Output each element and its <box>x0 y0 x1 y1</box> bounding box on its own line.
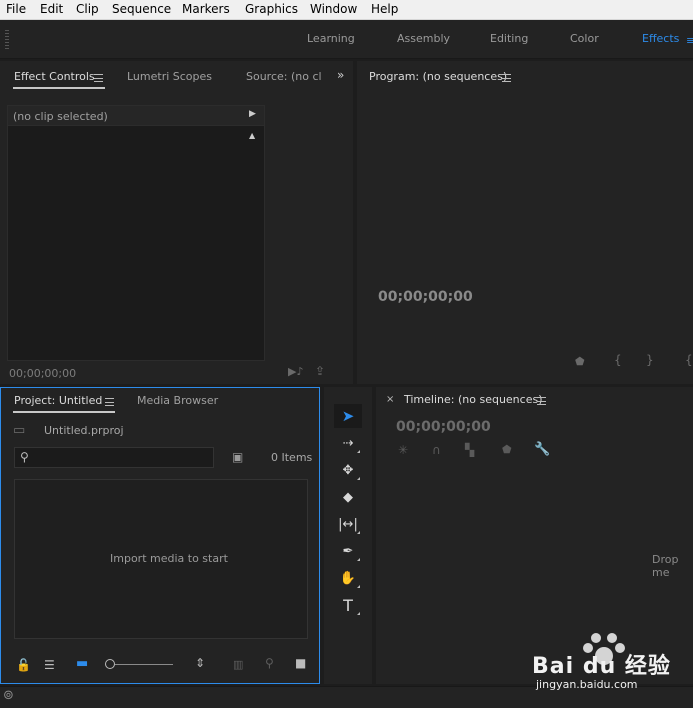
project-panel: Project: Untitled Media Browser ▭ Untitl… <box>0 387 320 684</box>
menu-edit[interactable]: Edit <box>40 2 63 16</box>
nest-sequence-icon[interactable]: ✳ <box>398 443 408 457</box>
menu-bar: File Edit Clip Sequence Markers Graphics… <box>0 0 693 20</box>
menu-clip[interactable]: Clip <box>76 2 99 16</box>
add-marker-icon[interactable]: ⬟ <box>502 443 512 456</box>
drop-media-message: Drop me <box>652 553 679 579</box>
project-bin-area[interactable]: Import media to start <box>14 479 308 639</box>
mark-out-icon[interactable]: } <box>646 353 654 367</box>
creative-cloud-icon[interactable]: ⊚ <box>3 688 14 703</box>
tab-media-browser[interactable]: Media Browser <box>137 394 218 407</box>
project-search-field[interactable]: ⚲ <box>14 447 214 468</box>
project-file-name: Untitled.prproj <box>44 424 124 437</box>
workspace-tab-color[interactable]: Color <box>570 32 599 45</box>
razor-tool-icon[interactable]: ◆ <box>334 485 362 509</box>
program-timecode: 00;00;00;00 <box>378 289 473 305</box>
menu-graphics[interactable]: Graphics <box>245 2 298 16</box>
workspace-tab-assembly[interactable]: Assembly <box>397 32 450 45</box>
play-triangle-icon[interactable]: ▶ <box>249 109 256 119</box>
menu-window[interactable]: Window <box>310 2 357 16</box>
menu-help[interactable]: Help <box>371 2 398 16</box>
active-tab-underline <box>13 87 105 89</box>
clip-header-label: (no clip selected) <box>13 110 108 123</box>
overflow-chevron-icon[interactable]: » <box>337 68 344 82</box>
write-protect-lock-icon[interactable]: 🔓 <box>16 658 31 672</box>
workspace-tab-learning[interactable]: Learning <box>307 32 355 45</box>
go-to-in-icon[interactable]: { <box>685 353 693 367</box>
workspace-menu-icon[interactable]: ≡ <box>686 34 693 47</box>
snap-magnet-icon[interactable]: ∩ <box>432 443 441 457</box>
effect-controls-body: (no clip selected) ▶ ▲ <box>7 105 265 361</box>
timeline-timecode: 00;00;00;00 <box>396 419 491 435</box>
menu-file[interactable]: File <box>6 2 26 16</box>
workspace-bar: Learning Assembly Editing Color Effects … <box>0 20 693 59</box>
timeline-title: Timeline: (no sequences) <box>404 393 543 406</box>
mark-in-icon[interactable]: { <box>614 353 622 367</box>
panel-menu-icon[interactable] <box>502 74 511 82</box>
import-media-message: Import media to start <box>110 552 228 565</box>
scroll-up-icon[interactable]: ▲ <box>249 131 255 140</box>
effect-controls-panel: Effect Controls Lumetri Scopes Source: (… <box>0 61 353 384</box>
active-tab-underline <box>13 411 115 413</box>
selection-tool-icon[interactable]: ➤ <box>334 404 362 428</box>
slip-tool-icon[interactable]: |↔| <box>334 512 362 536</box>
workspace-tab-effects[interactable]: Effects <box>642 32 679 45</box>
wrench-settings-icon[interactable]: 🔧 <box>534 442 550 457</box>
project-item-count: 0 Items <box>271 451 313 464</box>
zoom-slider-track[interactable] <box>115 664 173 665</box>
workspace-tab-editing[interactable]: Editing <box>490 32 528 45</box>
program-monitor-title: Program: (no sequences) <box>369 70 508 83</box>
project-folder-icon: ▭ <box>13 423 26 438</box>
baidu-watermark: Bai du 经验 jingyan.baidu.com <box>532 633 693 696</box>
menu-sequence[interactable]: Sequence <box>112 2 171 16</box>
pen-tool-icon[interactable]: ✒ <box>334 539 362 563</box>
track-select-tool-icon[interactable]: ⇢ <box>334 431 362 455</box>
watermark-url: jingyan.baidu.com <box>536 678 638 691</box>
new-bin-folder-icon[interactable]: ■ <box>295 656 306 670</box>
effect-controls-timecode: 00;00;00;00 <box>9 367 77 380</box>
list-view-icon[interactable]: ☰ <box>44 658 55 672</box>
zoom-slider-handle[interactable] <box>105 659 115 669</box>
type-tool-icon[interactable]: T <box>334 593 362 617</box>
program-monitor-panel: Program: (no sequences) 00;00;00;00 ⬟ { … <box>357 61 693 384</box>
find-icon[interactable]: ⚲ <box>265 656 274 670</box>
icon-view-icon[interactable]: ▬ <box>76 656 88 671</box>
hand-tool-icon[interactable]: ✋ <box>334 566 362 590</box>
export-frame-icon[interactable]: ⇪ <box>315 364 325 378</box>
find-folder-icon[interactable]: ▣ <box>232 450 243 464</box>
search-icon: ⚲ <box>20 450 29 464</box>
sort-icons-icon[interactable]: ⇕ <box>195 656 205 670</box>
tab-lumetri-scopes[interactable]: Lumetri Scopes <box>127 70 212 83</box>
audio-only-icon[interactable]: ▶♪ <box>288 365 303 378</box>
tools-panel: ➤ ⇢ ✥ ◆ |↔| ✒ ✋ T <box>324 387 372 684</box>
watermark-brand: Bai du 经验 <box>532 654 671 679</box>
panel-menu-icon[interactable] <box>105 398 114 406</box>
panel-menu-icon[interactable] <box>537 397 546 405</box>
automate-to-sequence-icon[interactable]: ▥ <box>233 658 243 671</box>
close-icon[interactable]: × <box>386 394 394 405</box>
linked-selection-icon[interactable]: ▚ <box>465 443 474 457</box>
ripple-edit-tool-icon[interactable]: ✥ <box>334 458 362 482</box>
grip-icon[interactable] <box>5 30 9 50</box>
tab-effect-controls[interactable]: Effect Controls <box>14 70 95 83</box>
tab-source[interactable]: Source: (no cl <box>246 70 322 83</box>
panel-menu-icon[interactable] <box>94 74 103 82</box>
tab-project[interactable]: Project: Untitled <box>14 394 102 407</box>
menu-markers[interactable]: Markers <box>182 2 230 16</box>
add-marker-icon[interactable]: ⬟ <box>575 355 585 368</box>
